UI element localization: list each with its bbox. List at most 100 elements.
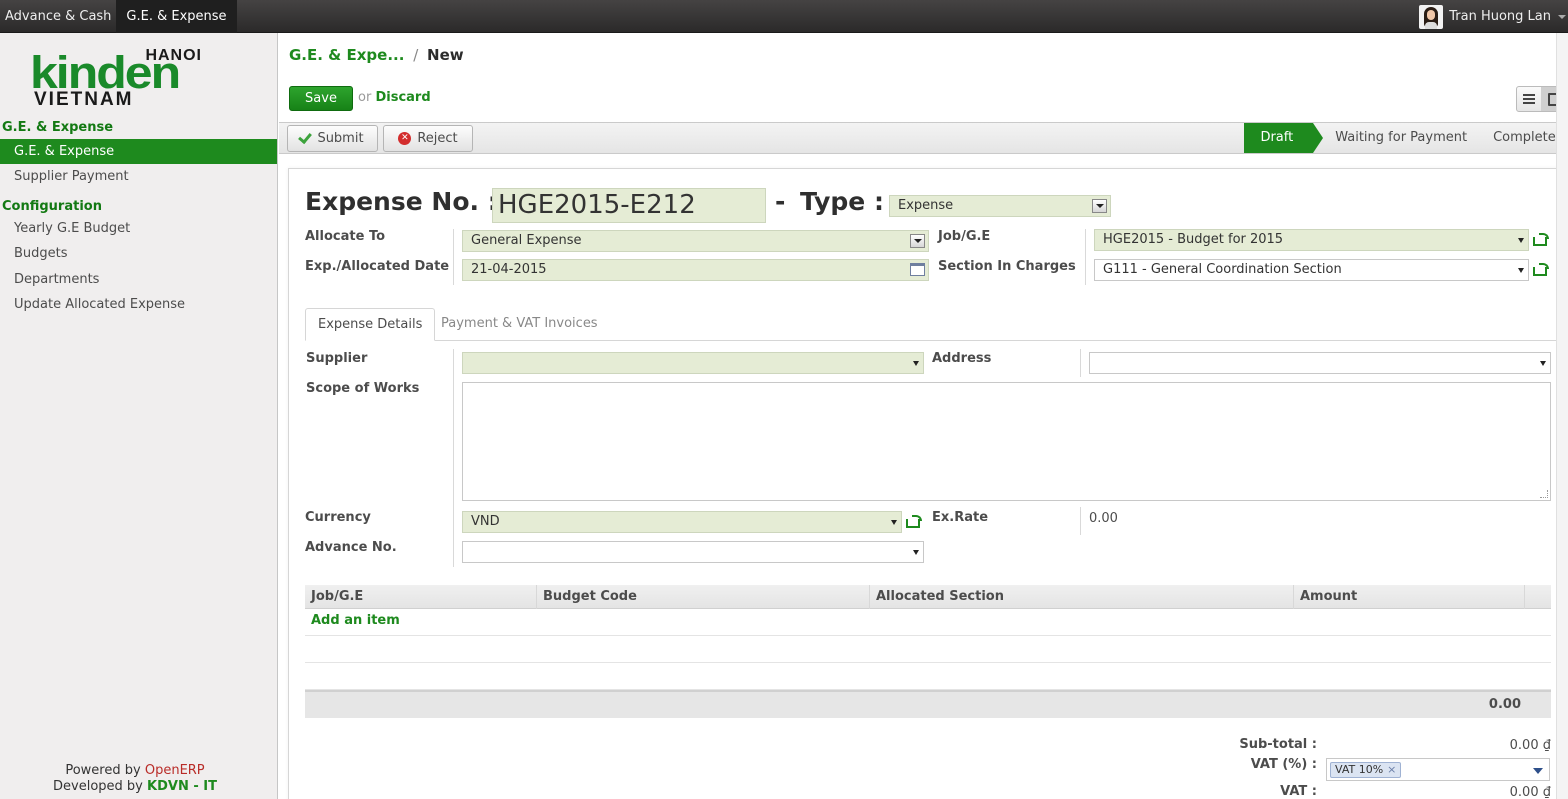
- main-content: G.E. & Expe... / New Save or Discard Sub…: [279, 33, 1568, 799]
- chevron-down-icon[interactable]: [891, 520, 897, 525]
- type-label: Type :: [800, 187, 884, 216]
- vat-tag-label: VAT 10%: [1335, 763, 1384, 776]
- chevron-down-icon[interactable]: [913, 361, 919, 366]
- company-logo[interactable]: HANOI kinden VIETNAM: [30, 47, 205, 110]
- tab-payment-vat-invoices[interactable]: Payment & VAT Invoices: [429, 308, 610, 341]
- ex-rate-value: 0.00: [1089, 511, 1118, 526]
- kdvn-it-link[interactable]: KDVN - IT: [147, 779, 217, 794]
- sidebar-item-yearly-ge-budget[interactable]: Yearly G.E Budget: [0, 216, 277, 241]
- chevron-down-icon[interactable]: [910, 234, 925, 248]
- type-value: Expense: [898, 198, 954, 213]
- discard-group: or Discard: [358, 90, 431, 105]
- chevron-down-icon[interactable]: [1518, 268, 1524, 273]
- allocate-to-select[interactable]: General Expense: [462, 230, 929, 252]
- calendar-icon[interactable]: [910, 263, 925, 276]
- submit-label: Submit: [317, 131, 364, 146]
- stage-waiting-for-payment[interactable]: Waiting for Payment: [1313, 123, 1471, 153]
- stage-draft[interactable]: Draft: [1244, 123, 1323, 153]
- list-view-button[interactable]: [1517, 87, 1541, 111]
- chevron-down-icon[interactable]: [1533, 768, 1543, 774]
- sidebar-item-ge-expense[interactable]: G.E. & Expense: [0, 139, 277, 164]
- column-job-ge[interactable]: Job/G.E: [305, 585, 537, 609]
- ex-rate-label: Ex.Rate: [932, 510, 989, 525]
- status-bar: Submit ✕ Reject Draft Waiting for Paymen…: [279, 122, 1568, 154]
- subtotal-value: 0.00 ₫: [1509, 738, 1551, 753]
- table-total: 0.00: [1488, 697, 1521, 712]
- expense-no-field[interactable]: HGE2015-E212: [492, 188, 766, 223]
- breadcrumb-parent[interactable]: G.E. & Expe...: [289, 46, 404, 64]
- sidebar: HANOI kinden VIETNAM G.E. & Expense G.E.…: [0, 33, 278, 799]
- logo-country: VIETNAM: [34, 89, 134, 110]
- user-name: Tran Huong Lan: [1449, 9, 1551, 24]
- submit-button[interactable]: Submit: [287, 125, 378, 152]
- section-value: G111 - General Coordination Section: [1103, 262, 1342, 277]
- section-select[interactable]: G111 - General Coordination Section: [1094, 259, 1529, 281]
- vat-value: 0.00 ₫: [1509, 785, 1551, 799]
- top-menu-ge-expense[interactable]: G.E. & Expense: [116, 0, 237, 33]
- reject-button[interactable]: ✕ Reject: [383, 125, 473, 152]
- top-menu: Advance & Cash G.E. & Expense: [0, 0, 237, 33]
- column-budget-code[interactable]: Budget Code: [537, 585, 870, 609]
- divider: [1080, 507, 1081, 535]
- date-field[interactable]: 21-04-2015: [462, 259, 929, 281]
- expense-no-label: Expense No. :: [305, 187, 498, 216]
- address-label: Address: [932, 351, 992, 366]
- table-footer: 0.00: [305, 690, 1551, 718]
- or-text: or: [358, 90, 372, 105]
- address-select[interactable]: [1089, 352, 1551, 374]
- chevron-down-icon[interactable]: [1092, 199, 1107, 213]
- resize-handle[interactable]: [1540, 490, 1548, 498]
- powered-by: Powered by OpenERP: [0, 763, 270, 779]
- table-row: [305, 609, 1551, 636]
- vat-label: VAT :: [1280, 784, 1317, 799]
- sidebar-section-ge-expense: G.E. & Expense: [2, 120, 114, 135]
- page-scrollbar[interactable]: [1556, 33, 1568, 799]
- sidebar-item-update-allocated-expense[interactable]: Update Allocated Expense: [0, 292, 277, 317]
- external-link-icon[interactable]: [1533, 233, 1549, 246]
- user-menu[interactable]: Tran Huong Lan: [1419, 0, 1568, 33]
- sidebar-item-budgets[interactable]: Budgets: [0, 241, 277, 266]
- top-bar: Advance & Cash G.E. & Expense Tran Huong…: [0, 0, 1568, 33]
- divider: [453, 349, 454, 567]
- remove-tag-icon[interactable]: ×: [1387, 763, 1396, 776]
- view-header: G.E. & Expe... / New Save or Discard: [279, 33, 1568, 122]
- openerp-link[interactable]: OpenERP: [145, 763, 205, 778]
- save-button[interactable]: Save: [289, 86, 353, 111]
- job-ge-value: HGE2015 - Budget for 2015: [1103, 232, 1284, 247]
- chevron-down-icon[interactable]: [1518, 238, 1524, 243]
- add-item-link[interactable]: Add an item: [311, 613, 400, 628]
- tab-expense-details[interactable]: Expense Details: [305, 308, 436, 341]
- stage-completed[interactable]: Completed: [1471, 123, 1568, 153]
- type-select[interactable]: Expense: [889, 195, 1111, 217]
- job-ge-label: Job/G.E: [938, 229, 991, 244]
- reject-icon: ✕: [398, 132, 412, 145]
- date-value: 21-04-2015: [471, 262, 547, 277]
- external-link-icon[interactable]: [1533, 263, 1549, 276]
- workflow-stages: Draft Waiting for Payment Completed: [1244, 123, 1568, 153]
- chevron-down-icon: [1558, 14, 1566, 19]
- job-ge-select[interactable]: HGE2015 - Budget for 2015: [1094, 229, 1529, 251]
- currency-select[interactable]: VND: [462, 511, 902, 533]
- list-icon: [1523, 94, 1535, 104]
- breadcrumb-current: New: [427, 46, 464, 64]
- chevron-down-icon[interactable]: [913, 550, 919, 555]
- external-link-icon[interactable]: [906, 515, 922, 528]
- sidebar-item-supplier-payment[interactable]: Supplier Payment: [0, 164, 277, 189]
- column-amount[interactable]: Amount: [1294, 585, 1525, 609]
- powered-by-prefix: Powered by: [65, 763, 141, 778]
- supplier-select[interactable]: [462, 352, 924, 374]
- breadcrumb: G.E. & Expe... / New: [289, 46, 464, 64]
- scope-of-works-label: Scope of Works: [306, 381, 420, 396]
- advance-no-select[interactable]: [462, 541, 924, 563]
- sidebar-item-departments[interactable]: Departments: [0, 267, 277, 292]
- top-menu-advance-cash[interactable]: Advance & Cash: [0, 0, 116, 33]
- discard-link[interactable]: Discard: [375, 90, 430, 105]
- chevron-down-icon[interactable]: [1540, 361, 1546, 366]
- vat-percent-field[interactable]: VAT 10% ×: [1326, 758, 1550, 781]
- scope-of-works-textarea[interactable]: [462, 382, 1551, 501]
- allocate-to-value: General Expense: [471, 233, 582, 248]
- user-avatar: [1419, 4, 1444, 29]
- divider: [453, 229, 454, 285]
- column-allocated-section[interactable]: Allocated Section: [870, 585, 1294, 609]
- developed-by: Developed by KDVN - IT: [0, 779, 270, 795]
